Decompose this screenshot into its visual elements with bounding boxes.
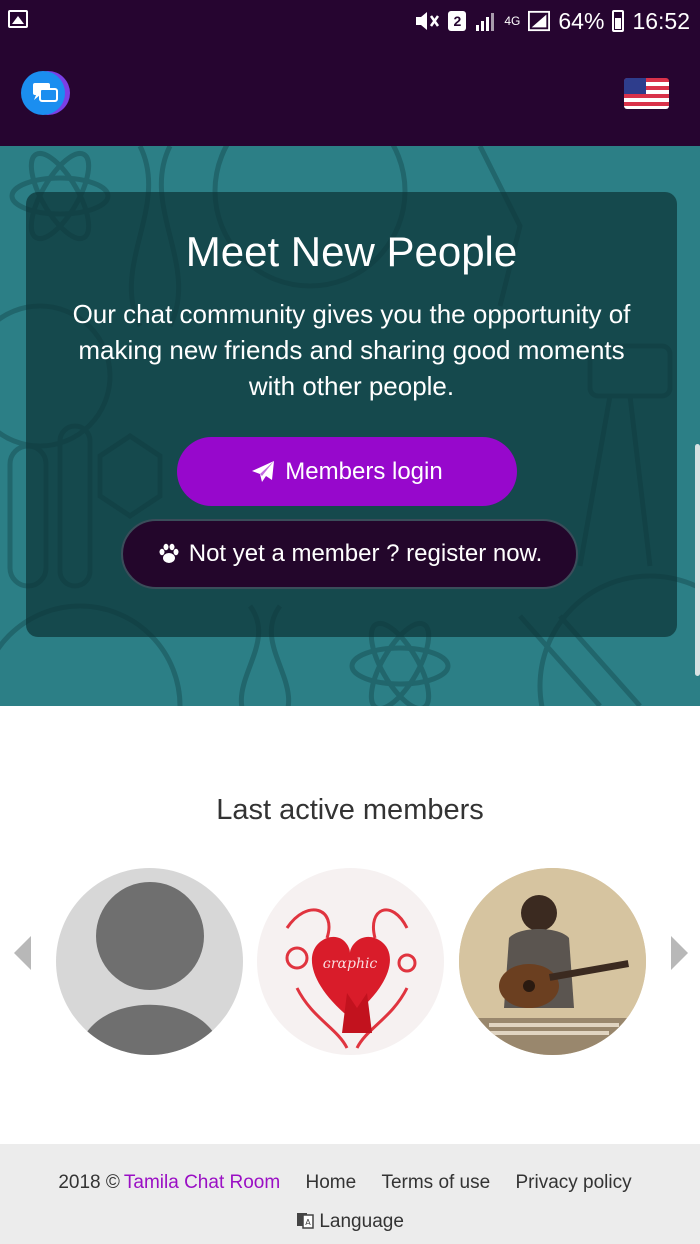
status-bar: 2 4G 64% 16:52 [0, 0, 700, 42]
register-button[interactable]: Not yet a member ? register now. [121, 519, 578, 589]
hero-title: Meet New People [185, 228, 518, 275]
scroll-indicator[interactable] [695, 444, 700, 676]
members-login-label: Members login [285, 457, 443, 485]
network-type: 4G [504, 14, 521, 28]
clock: 16:52 [632, 7, 690, 34]
footer-terms-link[interactable]: Terms of use [381, 1172, 490, 1193]
guitar-player-icon [459, 868, 646, 1055]
sim-badge: 2 [448, 11, 467, 31]
footer-brand-link[interactable]: Tamila Chat Room [124, 1172, 280, 1193]
us-flag-icon[interactable] [624, 78, 669, 109]
hero-card: Meet New People Our chat community gives… [26, 192, 677, 637]
last-active-members-title: Last active members [216, 794, 484, 826]
language-icon: A [297, 1213, 314, 1229]
members-login-button[interactable]: Members login [177, 437, 517, 506]
hero-description: Our chat community gives you the opportu… [72, 299, 631, 401]
photo-icon [8, 10, 28, 28]
default-avatar-icon [78, 882, 222, 1055]
app-header [0, 42, 700, 146]
signal-icon-2 [528, 10, 551, 32]
carousel-prev-icon[interactable] [14, 936, 31, 970]
footer-links: 2018 © Tamila Chat Room Home Terms of use… [0, 1172, 700, 1194]
status-icons: 2 4G 64% 16:52 [414, 7, 690, 35]
heart-art-icon: ɢrαphic [285, 908, 417, 1049]
svg-text:ɢrαphic: ɢrαphic [323, 956, 378, 972]
language-selector[interactable]: A Language [0, 1211, 700, 1233]
svg-text:A: A [305, 1218, 311, 1227]
member-avatar-default[interactable] [56, 868, 243, 1055]
paw-icon [159, 543, 179, 563]
battery-percent: 64% [558, 7, 605, 34]
member-avatar-guitar[interactable] [459, 868, 646, 1055]
footer-home-link[interactable]: Home [305, 1172, 356, 1193]
carousel-next-icon[interactable] [671, 936, 688, 970]
footer-privacy-link[interactable]: Privacy policy [515, 1172, 631, 1193]
member-avatar-heart[interactable]: ɢrαphic [257, 868, 444, 1055]
mute-icon [414, 10, 440, 32]
battery-icon [612, 10, 625, 32]
chat-bubbles-icon[interactable] [20, 68, 70, 118]
register-label: Not yet a member ? register now. [188, 540, 543, 567]
paper-plane-icon [252, 460, 275, 482]
signal-icon [474, 10, 496, 32]
footer: 2018 © Tamila Chat Room Home Terms of use… [0, 1144, 700, 1244]
language-label: Language [319, 1211, 404, 1232]
footer-copyright: 2018 © [58, 1172, 120, 1193]
